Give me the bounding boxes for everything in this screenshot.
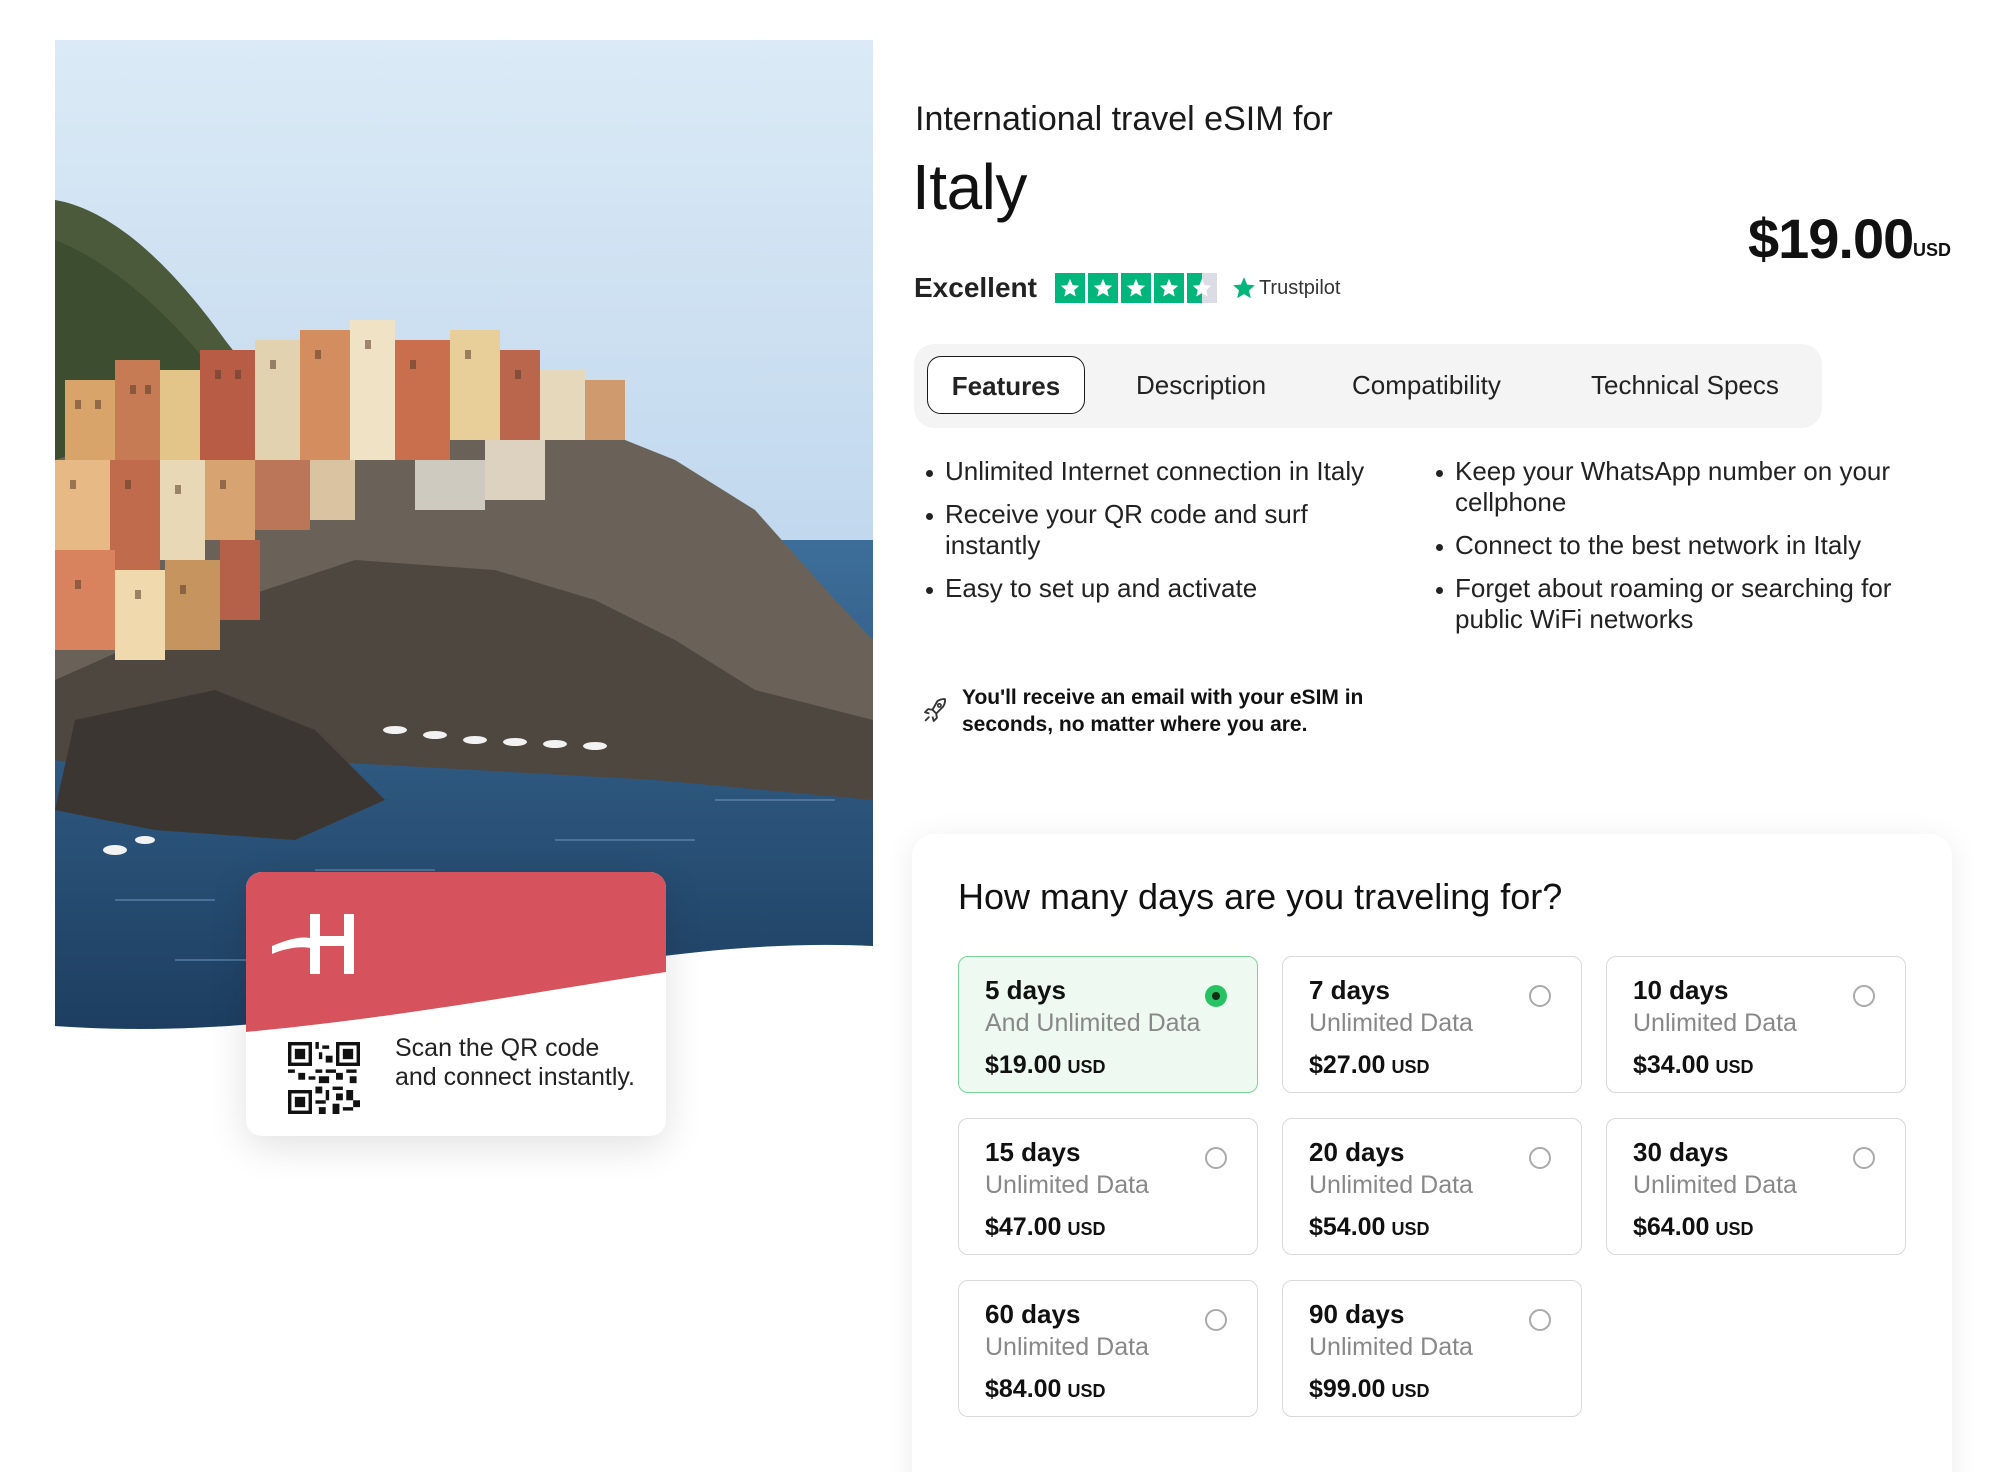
plan-radio[interactable] bbox=[1853, 1147, 1875, 1169]
feature-item: Receive your QR code and surf instantly bbox=[924, 499, 1384, 561]
tab-features[interactable]: Features bbox=[927, 356, 1085, 414]
esim-card: Scan the QR code and connect instantly. bbox=[246, 872, 666, 1136]
features-list-left: Unlimited Internet connection in Italy R… bbox=[924, 456, 1384, 616]
plan-data: Unlimited Data bbox=[1309, 1009, 1473, 1037]
feature-item: Connect to the best network in Italy bbox=[1434, 530, 1934, 561]
star-icon bbox=[1153, 273, 1184, 303]
half-star-icon bbox=[1186, 273, 1217, 303]
plan-days: 20 days bbox=[1309, 1137, 1405, 1167]
tab-technical-specs[interactable]: Technical Specs bbox=[1591, 356, 1779, 414]
plan-radio[interactable] bbox=[1529, 985, 1551, 1007]
plan-price: $27.00 USD bbox=[1309, 1051, 1430, 1079]
plan-option-7-days[interactable]: 7 days Unlimited Data $27.00 USD bbox=[1282, 956, 1582, 1093]
plan-selector-panel: How many days are you traveling for? 5 d… bbox=[912, 834, 1952, 1472]
star-icon bbox=[1054, 273, 1085, 303]
plan-price: $64.00 USD bbox=[1633, 1213, 1754, 1241]
rating-label: Excellent bbox=[914, 272, 1037, 303]
trustpilot-label: Trustpilot bbox=[1258, 276, 1341, 299]
plan-radio[interactable] bbox=[1853, 985, 1875, 1007]
trustpilot-logo: Trustpilot bbox=[1231, 275, 1341, 301]
holafly-logo bbox=[272, 914, 354, 974]
plan-option-5-days[interactable]: 5 days And Unlimited Data $19.00 USD bbox=[958, 956, 1258, 1093]
product-country: Italy bbox=[912, 151, 1027, 223]
plan-days: 5 days bbox=[985, 975, 1066, 1005]
plan-price: $47.00 USD bbox=[985, 1213, 1106, 1241]
qr-code-icon bbox=[288, 1042, 360, 1114]
plan-days: 15 days bbox=[985, 1137, 1081, 1167]
plan-days: 10 days bbox=[1633, 975, 1729, 1005]
plan-price: $54.00 USD bbox=[1309, 1213, 1430, 1241]
feature-item: Keep your WhatsApp number on your cellph… bbox=[1434, 456, 1934, 518]
plan-option-20-days[interactable]: 20 days Unlimited Data $54.00 USD bbox=[1282, 1118, 1582, 1255]
plan-data: Unlimited Data bbox=[1309, 1333, 1473, 1361]
plan-days: 30 days bbox=[1633, 1137, 1729, 1167]
product-price: $19.00 bbox=[1748, 207, 1914, 270]
plan-data: Unlimited Data bbox=[1309, 1171, 1473, 1199]
plan-option-30-days[interactable]: 30 days Unlimited Data $64.00 USD bbox=[1606, 1118, 1906, 1255]
plan-selector-title: How many days are you traveling for? bbox=[958, 876, 1563, 917]
plan-price: $99.00 USD bbox=[1309, 1375, 1430, 1403]
plan-data: Unlimited Data bbox=[985, 1333, 1149, 1361]
plan-days: 60 days bbox=[985, 1299, 1081, 1329]
plan-days: 7 days bbox=[1309, 975, 1390, 1005]
rocket-icon bbox=[924, 698, 947, 722]
scan-qr-text: Scan the QR code and connect instantly. bbox=[395, 1034, 635, 1091]
plan-price: $34.00 USD bbox=[1633, 1051, 1754, 1079]
feature-item: Unlimited Internet connection in Italy bbox=[924, 456, 1384, 487]
plan-option-60-days[interactable]: 60 days Unlimited Data $84.00 USD bbox=[958, 1280, 1258, 1417]
plan-price: $84.00 USD bbox=[985, 1375, 1106, 1403]
product-currency: USD bbox=[1913, 240, 1952, 260]
plan-data: Unlimited Data bbox=[1633, 1171, 1797, 1199]
notice-text: You'll receive an email with your eSIM i… bbox=[962, 686, 1364, 736]
trustpilot-star-icon bbox=[1233, 277, 1255, 299]
star-icon bbox=[1087, 273, 1118, 303]
plan-data: Unlimited Data bbox=[1633, 1009, 1797, 1037]
tab-compatibility[interactable]: Compatibility bbox=[1352, 356, 1501, 414]
product-tabs: Features Description Compatibility Techn… bbox=[914, 344, 1822, 428]
plan-days: 90 days bbox=[1309, 1299, 1405, 1329]
feature-item: Easy to set up and activate bbox=[924, 573, 1384, 604]
rating-stars bbox=[1054, 273, 1217, 303]
plan-price: $19.00 USD bbox=[985, 1051, 1106, 1079]
trustpilot-rating[interactable]: Excellent Trustpilot bbox=[914, 272, 1340, 304]
plan-data: And Unlimited Data bbox=[985, 1009, 1201, 1037]
plan-radio[interactable] bbox=[1205, 1309, 1227, 1331]
plan-radio[interactable] bbox=[1205, 1147, 1227, 1169]
plan-data: Unlimited Data bbox=[985, 1171, 1149, 1199]
features-list-right: Keep your WhatsApp number on your cellph… bbox=[1434, 456, 1934, 647]
plan-option-10-days[interactable]: 10 days Unlimited Data $34.00 USD bbox=[1606, 956, 1906, 1093]
hero-image: Scan the QR code and connect instantly. bbox=[55, 40, 873, 1136]
product-subtitle: International travel eSIM for bbox=[915, 100, 1333, 138]
plan-radio[interactable] bbox=[1529, 1309, 1551, 1331]
plan-option-90-days[interactable]: 90 days Unlimited Data $99.00 USD bbox=[1282, 1280, 1582, 1417]
plan-radio[interactable] bbox=[1529, 1147, 1551, 1169]
plan-option-15-days[interactable]: 15 days Unlimited Data $47.00 USD bbox=[958, 1118, 1258, 1255]
plan-radio[interactable] bbox=[1205, 985, 1227, 1007]
email-notice: You'll receive an email with your eSIM i… bbox=[920, 684, 1402, 738]
tab-description[interactable]: Description bbox=[1136, 356, 1266, 414]
star-icon bbox=[1120, 273, 1151, 303]
feature-item: Forget about roaming or searching for pu… bbox=[1434, 573, 1934, 635]
